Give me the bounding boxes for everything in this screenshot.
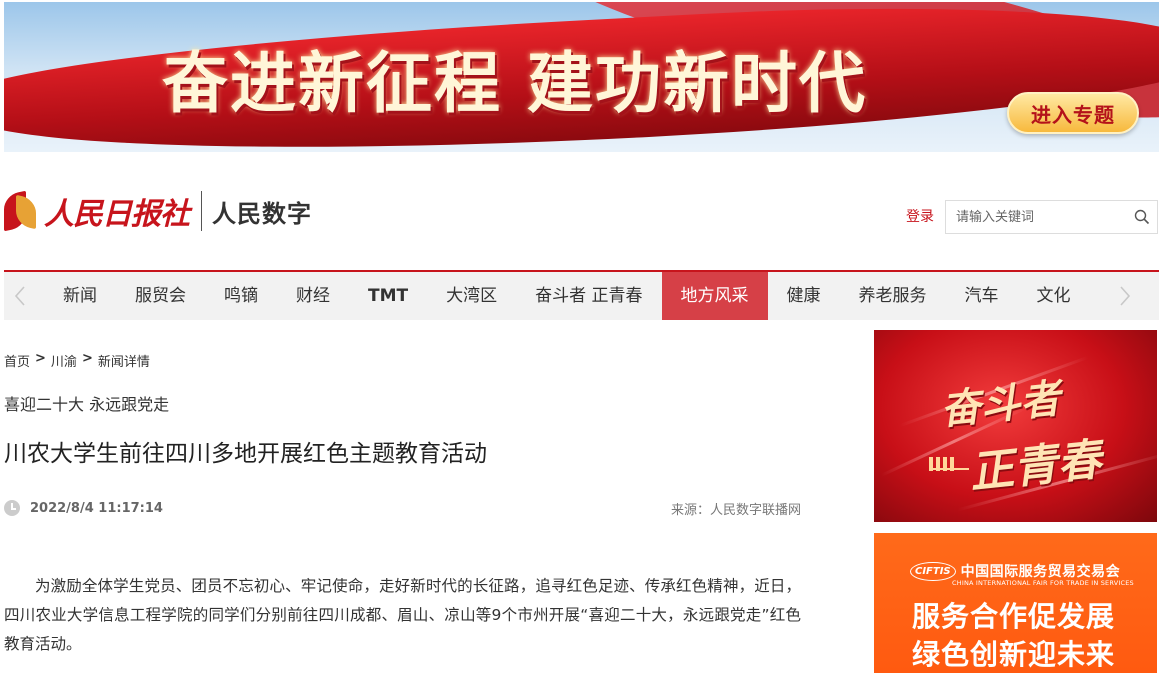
runners-icon [929,452,969,471]
nav-item[interactable]: 财经 [277,272,349,320]
logo-divider [201,191,202,231]
article-title: 川农大学生前往四川多地开展红色主题教育活动 [4,441,487,467]
ciftis-brand: CIFTIS 中国国际服务贸易交易会 [910,561,1120,581]
chevron-right-icon[interactable] [1109,272,1141,320]
breadcrumb: 首页 > 川渝 > 新闻详情 [4,351,150,370]
youth-struggle-ad[interactable]: 奋斗者 正青春 [874,330,1157,522]
banner-slogan: 奋进新征程 建功新时代 [162,44,867,122]
nav-item[interactable]: 鸣镝 [205,272,277,320]
chevron-left-icon[interactable] [4,272,36,320]
article-source: 来源：人民数字联播网 [670,503,801,518]
article-meta: 2022/8/4 11:17:14 来源：人民数字联播网 [4,498,801,518]
nav-item[interactable]: 养老服务 [840,272,946,320]
main-nav: 新闻 服贸会 鸣镝 财经 TMT 大湾区 奋斗者 正青春 地方风采 健康 养老服务 汽车 文化 [4,270,1159,320]
nav-item[interactable]: 地方风采 [661,272,768,320]
breadcrumb-category[interactable]: 川渝 [51,351,77,370]
nav-item[interactable]: 奋斗者 正青春 [516,272,661,320]
ad1-line2: 正青春 [967,434,1104,499]
article-kicker: 喜迎二十大 永远跟党走 [4,395,170,414]
article-body: 为激励全体学生党员、团员不忘初心、牢记使命，走好新时代的长征路，追寻红色足迹、传… [4,577,801,653]
breadcrumb-current: 新闻详情 [97,355,150,370]
people-daily-logo-icon [4,190,38,232]
site-logo[interactable]: 人民日报社 人民数字 [4,184,312,238]
login-link[interactable]: 登录 [906,206,934,226]
top-banner[interactable]: 奋进新征程 建功新时代 进入专题 [4,2,1159,152]
ciftis-ad[interactable]: CIFTIS 中国国际服务贸易交易会 CHINA INTERNATIONAL F… [874,533,1157,673]
ciftis-name-en: CHINA INTERNATIONAL FAIR FOR TRADE IN SE… [952,579,1134,587]
ciftis-name-cn: 中国国际服务贸易交易会 [960,564,1121,580]
logo-text: 人民日报社 [44,197,190,232]
nav-item[interactable]: 服贸会 [116,272,205,320]
ad2-line1: 服务合作促发展 [912,600,1116,633]
site-name: 人民数字 [212,199,312,228]
ad1-line1: 奋斗者 [938,374,1063,435]
breadcrumb-home[interactable]: 首页 [4,351,30,370]
enter-topic-button[interactable]: 进入专题 [1007,92,1139,134]
nav-items: 新闻 服贸会 鸣镝 财经 TMT 大湾区 奋斗者 正青春 地方风采 健康 养老服务 汽车 文化 [44,272,1090,320]
nav-item[interactable]: 文化 [1018,272,1090,320]
nav-item[interactable]: 健康 [768,272,840,320]
nav-item[interactable]: 汽车 [946,272,1018,320]
clock-icon [4,500,20,516]
nav-item[interactable]: 大湾区 [427,272,516,320]
search-input[interactable] [946,201,1126,233]
publish-date: 2022/8/4 11:17:14 [30,501,163,516]
breadcrumb-separator: > [81,351,93,366]
search-icon[interactable] [1126,200,1157,234]
ciftis-logo-icon: CIFTIS [910,561,956,581]
search-box [945,200,1158,234]
nav-item[interactable]: 新闻 [44,272,116,320]
ad2-line2: 绿色创新迎未来 [912,638,1116,671]
breadcrumb-separator: > [35,351,46,366]
nav-item[interactable]: TMT [349,272,427,320]
